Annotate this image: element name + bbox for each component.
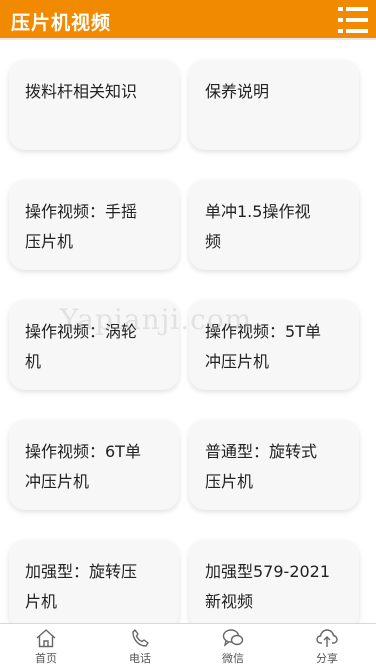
nav-wechat[interactable]: 微信 xyxy=(203,628,263,666)
menu-icon[interactable] xyxy=(338,7,368,33)
page-title: 压片机视频 xyxy=(11,12,112,34)
card-title-line2: 冲压片机 xyxy=(205,352,270,371)
menu-bar xyxy=(346,29,368,33)
card-title-line2: 新视频 xyxy=(205,592,254,611)
video-card[interactable]: 普通型：旋转式 压片机 xyxy=(189,420,359,510)
card-title-line1: 拨料杆相关知识 xyxy=(25,82,138,101)
video-card[interactable]: 操作视频：5T单 冲压片机 xyxy=(189,300,359,390)
card-title-line1: 加强型：旋转压 xyxy=(25,562,138,581)
card-title-line2: 片机 xyxy=(25,592,58,611)
nav-label: 电话 xyxy=(129,652,151,665)
menu-dot xyxy=(338,18,343,22)
card-title-line2: 频 xyxy=(205,232,222,251)
menu-bar xyxy=(346,7,368,11)
nav-home[interactable]: 首页 xyxy=(16,628,76,666)
card-title-line2: 机 xyxy=(25,352,42,371)
menu-bar xyxy=(346,18,368,22)
card-title-line1: 单冲1.5操作视 xyxy=(205,202,311,221)
card-title-line1: 操作视频：涡轮 xyxy=(25,322,138,341)
nav-share[interactable]: 分享 xyxy=(297,628,357,666)
nav-label: 首页 xyxy=(35,652,57,665)
card-title-line1: 保养说明 xyxy=(205,82,270,101)
video-card[interactable]: 操作视频：涡轮 机 xyxy=(9,300,179,390)
card-title-line1: 普通型：旋转式 xyxy=(205,442,318,461)
nav-label: 分享 xyxy=(316,652,338,665)
card-title-line1: 操作视频：6T单 xyxy=(25,442,141,461)
card-title-line1: 操作视频：手摇 xyxy=(25,202,138,221)
phone-icon xyxy=(132,629,149,647)
card-title-line2: 冲压片机 xyxy=(25,472,90,491)
top-header: 压片机视频 xyxy=(0,0,376,38)
video-card[interactable]: 拨料杆相关知识 xyxy=(9,60,179,150)
video-card[interactable]: 加强型579-2021 新视频 xyxy=(189,540,359,630)
video-card[interactable]: 操作视频：手摇 压片机 xyxy=(9,180,179,270)
share-icon xyxy=(316,629,338,647)
video-card[interactable]: 单冲1.5操作视 频 xyxy=(189,180,359,270)
menu-dot xyxy=(338,7,343,11)
home-icon xyxy=(36,629,56,648)
card-title-line2: 压片机 xyxy=(25,232,74,251)
video-card-grid: 拨料杆相关知识 保养说明 操作视频：手摇 压片机 单冲1.5操作视 频 操作视频… xyxy=(0,40,376,630)
bottom-nav: 首页 电话 微信 分享 xyxy=(0,623,376,666)
card-title-line1: 操作视频：5T单 xyxy=(205,322,321,341)
card-title-line1: 加强型579-2021 xyxy=(205,562,331,581)
menu-dot xyxy=(338,29,343,33)
nav-phone[interactable]: 电话 xyxy=(110,628,170,666)
nav-label: 微信 xyxy=(222,652,244,665)
card-title-line2: 压片机 xyxy=(205,472,254,491)
video-card[interactable]: 加强型：旋转压 片机 xyxy=(9,540,179,630)
video-card[interactable]: 操作视频：6T单 冲压片机 xyxy=(9,420,179,510)
video-card[interactable]: 保养说明 xyxy=(189,60,359,150)
chat-icon xyxy=(222,629,244,647)
